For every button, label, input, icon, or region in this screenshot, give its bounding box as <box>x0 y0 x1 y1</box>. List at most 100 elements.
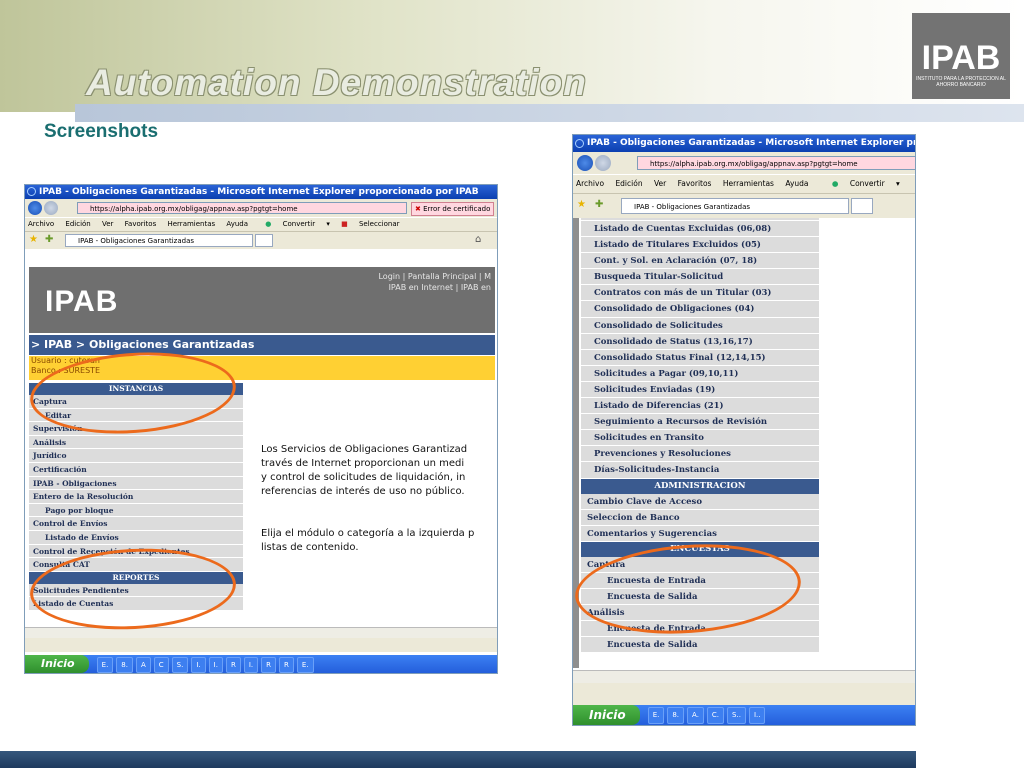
taskbar-item[interactable]: C. <box>706 707 725 724</box>
menu-item-control-de-envios[interactable]: Control de Envíos <box>29 517 243 531</box>
favorites-star-icon[interactable]: ★ <box>29 235 38 245</box>
start-button[interactable]: Inicio <box>573 705 640 725</box>
right-address-row: https://alpha.ipab.org.mx/obligag/appnav… <box>573 152 915 174</box>
right-window-title: IPAB - Obligaciones Garantizadas - Micro… <box>587 138 915 148</box>
header-links-line2[interactable]: IPAB en Internet | IPAB en <box>378 282 491 293</box>
right-horizontal-scrollbar[interactable] <box>573 670 915 683</box>
add-favorite-icon[interactable]: ✚ <box>45 235 53 245</box>
menu-ver[interactable]: Ver <box>102 220 113 228</box>
forward-button[interactable] <box>44 201 58 215</box>
menu-item-analisis[interactable]: Análisis <box>29 436 243 450</box>
menu-edicion[interactable]: Edición <box>65 220 90 228</box>
report-item-listado-de-diferencias-21[interactable]: Listado de Diferencias (21) <box>581 398 819 415</box>
taskbar-item[interactable]: R <box>278 657 294 673</box>
report-item-consolidado-de-solicitudes[interactable]: Consolidado de Solicitudes <box>581 318 819 334</box>
taskbar-item[interactable]: A <box>135 657 151 673</box>
welcome-line: referencias de interés de uso no público… <box>261 486 465 497</box>
menu-edicion[interactable]: Edición <box>615 179 642 188</box>
header-links: Login | Pantalla Principal | M IPAB en I… <box>378 271 491 293</box>
left-cert-error[interactable]: ✖ Error de certificado <box>411 202 495 216</box>
convert-label: Convertir <box>282 220 316 228</box>
taskbar-item[interactable]: S. <box>171 657 189 673</box>
taskbar-item[interactable]: I. <box>243 657 259 673</box>
add-favorite-icon[interactable]: ✚ <box>595 200 603 210</box>
taskbar-item[interactable]: E. <box>96 657 114 673</box>
left-tab-row: ★ ✚ IPAB - Obligaciones Garantizadas ⌂ <box>25 231 497 249</box>
admin-item-comentarios-y-sugerencias[interactable]: Comentarios y Sugerencias <box>581 526 819 542</box>
forward-button[interactable] <box>595 155 611 171</box>
menu-item-pago-por-bloque[interactable]: Pago por bloque <box>29 504 243 518</box>
new-tab-button[interactable] <box>255 234 273 247</box>
menu-ver[interactable]: Ver <box>654 179 666 188</box>
home-icon[interactable]: ⌂ <box>475 235 481 245</box>
menu-item-listado-de-envios[interactable]: Listado de Envíos <box>29 531 243 545</box>
new-tab-button[interactable] <box>851 198 873 214</box>
menu-ayuda[interactable]: Ayuda <box>785 179 808 188</box>
right-active-tab[interactable]: IPAB - Obligaciones Garantizadas <box>621 198 849 214</box>
menu-item-certificacion[interactable]: Certificación <box>29 463 243 477</box>
enc-analisis-encuesta-de-salida[interactable]: Encuesta de Salida <box>581 637 819 654</box>
report-item-solicitudes-enviadas-19[interactable]: Solicitudes Enviadas (19) <box>581 382 819 399</box>
taskbar-item[interactable]: 8. <box>667 707 685 724</box>
welcome-line: y control de solicitudes de liquidación,… <box>261 472 466 483</box>
menu-archivo[interactable]: Archivo <box>28 220 54 228</box>
select-icon: ■ <box>341 220 348 228</box>
taskbar-item[interactable]: E. <box>296 657 314 673</box>
menu-archivo[interactable]: Archivo <box>576 179 604 188</box>
menu-favoritos[interactable]: Favoritos <box>125 220 157 228</box>
taskbar-item[interactable]: S.. <box>727 707 746 724</box>
report-item-consolidado-de-status-13-16-17[interactable]: Consolidado de Status (13,16,17) <box>581 334 819 350</box>
report-item-dias-solicitudes-instancia[interactable]: Días-Solicitudes-Instancia <box>581 462 819 479</box>
report-item-solicitudes-a-pagar-09-10-11[interactable]: Solicitudes a Pagar (09,10,11) <box>581 366 819 382</box>
report-item-seguimiento-a-recursos-de-revision[interactable]: Seguimiento a Recursos de Revisión <box>581 414 819 431</box>
convert-button[interactable]: ● Convertir ▾ <box>265 220 330 228</box>
ie-icon <box>27 187 36 196</box>
menu-item-ipab-obligaciones[interactable]: IPAB - Obligaciones <box>29 477 243 491</box>
section-administracion: ADMINISTRACION <box>581 478 819 494</box>
admin-item-seleccion-de-banco[interactable]: Seleccion de Banco <box>581 510 819 526</box>
left-address-bar[interactable]: https://alpha.ipab.org.mx/obligag/appnav… <box>77 202 407 214</box>
report-item-consolidado-status-final-12-14-15[interactable]: Consolidado Status Final (12,14,15) <box>581 350 819 366</box>
back-button[interactable] <box>577 155 593 171</box>
report-item-listado-de-cuentas-excluidas-06-08[interactable]: Listado de Cuentas Excluidas (06,08) <box>581 221 819 238</box>
logo-text: IPAB <box>921 39 1001 77</box>
taskbar-item[interactable]: I. <box>208 657 223 673</box>
left-active-tab[interactable]: IPAB - Obligaciones Garantizadas <box>65 234 253 247</box>
start-button[interactable]: Inicio <box>25 655 89 673</box>
taskbar-item[interactable]: 8. <box>116 657 133 673</box>
menu-item-entero-de-la-resolucion[interactable]: Entero de la Resolución <box>29 490 243 504</box>
instruction-line: Elija el módulo o categoría a la izquier… <box>261 528 475 539</box>
report-item-busqueda-titular-solicitud[interactable]: Busqueda Titular-Solicitud <box>581 269 819 286</box>
menu-herramientas[interactable]: Herramientas <box>723 179 774 188</box>
back-button[interactable] <box>28 201 42 215</box>
taskbar-item[interactable]: R <box>225 657 241 673</box>
menu-herramientas[interactable]: Herramientas <box>167 220 215 228</box>
right-address-bar[interactable]: https://alpha.ipab.org.mx/obligag/appnav… <box>637 156 915 170</box>
report-item-solicitudes-en-transito[interactable]: Solicitudes en Transito <box>581 430 819 447</box>
menu-ayuda[interactable]: Ayuda <box>226 220 248 228</box>
menu-item-juridico[interactable]: Jurídico <box>29 449 243 463</box>
welcome-text: Los Servicios de Obligaciones Garantizad… <box>261 443 497 555</box>
taskbar-item[interactable]: R <box>261 657 276 673</box>
report-item-consolidado-de-obligaciones-04[interactable]: Consolidado de Obligaciones (04) <box>581 301 819 318</box>
ipab-logo: IPAB INSTITUTO PARA LA PROTECCION AL AHO… <box>912 13 1010 99</box>
ipab-page-header: IPAB Login | Pantalla Principal | M IPAB… <box>29 267 495 333</box>
report-item-prevenciones-y-resoluciones[interactable]: Prevenciones y Resoluciones <box>581 446 819 463</box>
left-statusbar <box>25 638 497 652</box>
header-links-line1[interactable]: Login | Pantalla Principal | M <box>378 271 491 282</box>
select-button[interactable]: ■ Seleccionar <box>341 220 408 228</box>
report-item-cont-y-sol-en-aclaracion-07-18[interactable]: Cont. y Sol. en Aclaración (07, 18) <box>581 253 819 270</box>
taskbar-item[interactable]: A. <box>687 707 704 724</box>
menu-favoritos[interactable]: Favoritos <box>678 179 712 188</box>
left-horizontal-scrollbar[interactable] <box>25 627 497 638</box>
report-item-listado-de-titulares-excluidos-05[interactable]: Listado de Titulares Excluidos (05) <box>581 237 819 254</box>
taskbar-item[interactable]: C <box>153 657 169 673</box>
taskbar-item[interactable]: E. <box>647 707 665 724</box>
favorites-star-icon[interactable]: ★ <box>577 200 586 210</box>
convert-button[interactable]: ● Convertir ▾ <box>832 179 900 188</box>
taskbar-item[interactable]: I.. <box>748 707 766 724</box>
admin-item-cambio-clave-de-acceso[interactable]: Cambio Clave de Acceso <box>581 494 819 510</box>
taskbar-item[interactable]: I. <box>191 657 206 673</box>
report-item-contratos-con-mas-de-un-titular-03[interactable]: Contratos con más de un Titular (03) <box>581 285 819 302</box>
right-titlebar: IPAB - Obligaciones Garantizadas - Micro… <box>573 135 915 152</box>
